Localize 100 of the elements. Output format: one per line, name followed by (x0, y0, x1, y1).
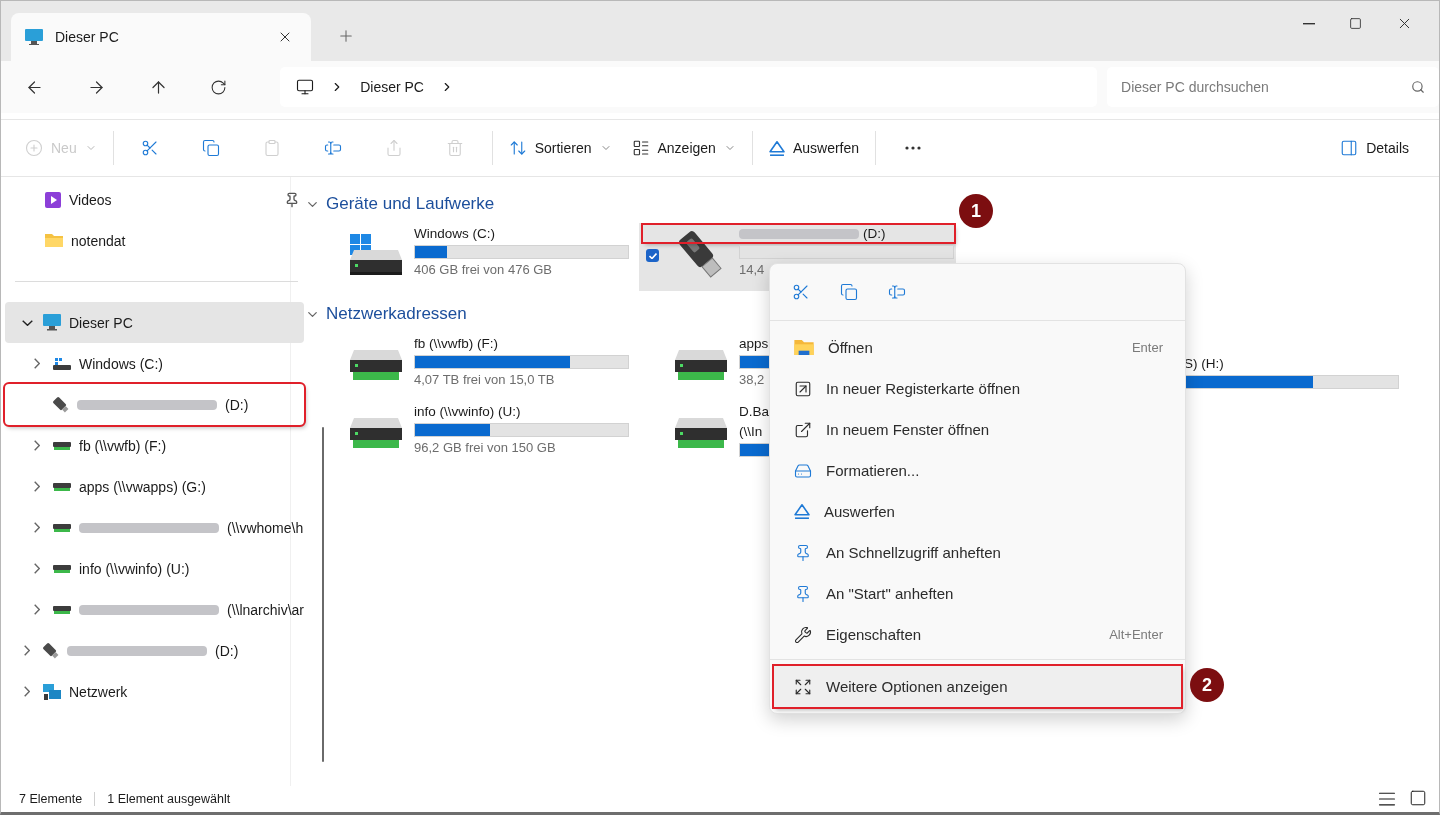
scissors-icon (792, 283, 810, 301)
item-count: 7 Elemente (19, 792, 83, 806)
usb-stick-icon (679, 230, 723, 280)
windows-drive-icon (53, 357, 71, 370)
expand-icon (794, 677, 812, 696)
tree-item[interactable]: Windows (C:) (5, 343, 305, 384)
folder-icon (45, 234, 63, 247)
toolbar-button[interactable]: Sortieren (498, 128, 622, 168)
menu-item[interactable]: In neuer Registerkarte öffnen (774, 368, 1181, 409)
tab-title: Dieser PC (55, 29, 120, 45)
shortcut-text: Alt+Enter (1109, 627, 1163, 642)
chevron-right-icon[interactable] (24, 686, 30, 697)
usb-stick-icon (43, 642, 59, 659)
copy-icon (840, 283, 858, 301)
menu-item[interactable]: Eigenschaften Alt+Enter (774, 614, 1181, 655)
usb-stick-icon (53, 396, 69, 413)
tree-item[interactable]: Netzwerk (5, 671, 305, 712)
network-drive-icon (350, 350, 402, 380)
search-field[interactable]: Dieser PC durchsuchen (1107, 67, 1439, 107)
chevron-right-icon[interactable] (34, 522, 40, 533)
tree-item-label: info (\\vwinfo) (U:) (79, 560, 190, 577)
chevron-right-icon[interactable] (34, 604, 40, 615)
free-space-text: 14,4 (739, 262, 766, 277)
selection-count: 1 Element ausgewählt (107, 792, 231, 806)
shortcut-text: Enter (1131, 340, 1163, 355)
refresh-icon (210, 78, 228, 96)
menu-item[interactable]: An Schnellzugriff anheften (774, 532, 1181, 573)
scrollbar[interactable] (322, 427, 325, 762)
drive-tile[interactable]: info (\\vwinfo) (U:) 96,2 GB frei von 150 GB (314, 401, 631, 469)
details-button[interactable]: Details (1330, 128, 1419, 168)
minimize-icon (1303, 22, 1315, 25)
menu-item[interactable]: In neuem Fenster öffnen (774, 409, 1181, 450)
more-icon (904, 146, 921, 150)
network-icon (43, 683, 61, 700)
quick-access-item[interactable]: notendat (5, 220, 305, 261)
eject-icon (794, 504, 810, 519)
quick-access-label: Videos (69, 191, 112, 208)
drive-name: (\\In (739, 424, 763, 439)
menu-item[interactable]: Auswerfen (774, 491, 1181, 532)
tree-item-label: Windows (C:) (79, 355, 163, 372)
menu-item[interactable]: Öffnen Enter (774, 327, 1181, 368)
chevron-right-icon[interactable] (34, 440, 40, 451)
pin-icon (794, 584, 812, 603)
video-icon (45, 191, 61, 208)
tree-item[interactable]: (\\vwhome\h (5, 507, 305, 548)
network-drive-icon (675, 350, 727, 380)
sort-icon (508, 139, 527, 157)
tree-item-label: (D:) (215, 642, 239, 659)
rename-icon (324, 139, 343, 157)
toolbar-button[interactable]: Anzeigen (621, 128, 746, 168)
tree-item[interactable]: (D:) (5, 384, 305, 425)
tree-item-label: (\\lnarchiv\ar (227, 601, 305, 618)
monitor-icon (296, 78, 315, 96)
drive-tile[interactable]: Windows (C:) 406 GB frei von 476 GB (314, 223, 631, 291)
tree-item-label: (D:) (225, 396, 249, 413)
chevron-down-icon[interactable] (21, 319, 33, 326)
drive-name: info (\\vwinfo) (U:) (414, 404, 521, 419)
tree-item[interactable]: fb (\\vwfb) (F:) (5, 425, 305, 466)
network-drive-icon (675, 418, 727, 448)
tree-item[interactable]: apps (\\vwapps) (G:) (5, 466, 305, 507)
checkbox[interactable] (646, 249, 659, 262)
chevron-right-icon[interactable] (34, 563, 40, 574)
rename-icon (888, 283, 906, 301)
drive-name: Windows (C:) (414, 226, 495, 241)
breadcrumb-item[interactable]: Dieser PC (360, 79, 424, 95)
network-drive-icon (350, 418, 402, 448)
tiles-view-icon[interactable] (1409, 789, 1427, 807)
drive-name: (D:) (863, 226, 886, 241)
chevron-right-icon[interactable] (34, 358, 40, 369)
plus-icon (25, 139, 43, 157)
tree-item-label: (\\vwhome\h (227, 519, 304, 536)
maximize-icon (1349, 17, 1362, 30)
address-bar[interactable]: Dieser PC (280, 67, 1097, 107)
view-list-icon (631, 139, 650, 157)
eject-icon (768, 140, 785, 156)
pin-icon (794, 543, 812, 562)
share-icon (385, 139, 404, 157)
menu-item[interactable]: An "Start" anheften (774, 573, 1181, 614)
menu-item[interactable]: Weitere Optionen anzeigen (774, 666, 1181, 707)
checkmark-icon (648, 252, 657, 259)
free-space-text: 4,07 TB frei von 15,0 TB (414, 372, 556, 387)
tree-item[interactable]: Dieser PC (5, 302, 305, 343)
copy-icon (202, 139, 221, 157)
clipboard-icon (263, 139, 282, 157)
tab[interactable]: Dieser PC (11, 13, 311, 61)
callout-badge: 2 (1190, 668, 1224, 702)
menu-item[interactable]: Formatieren... (774, 450, 1181, 491)
free-space-text: 38,2 (739, 372, 766, 387)
chevron-right-icon[interactable] (34, 481, 40, 492)
network-drive-icon (53, 523, 71, 532)
drive-tile[interactable]: fb (\\vwfb) (F:) 4,07 TB frei von 15,0 TB (314, 333, 631, 401)
tree-item[interactable]: (D:) (5, 630, 305, 671)
free-space-text: 406 GB frei von 476 GB (414, 262, 554, 277)
toolbar-button[interactable]: Auswerfen (758, 128, 870, 168)
drive-icon (794, 461, 812, 480)
tree-item-label: Dieser PC (69, 314, 133, 331)
tree-item[interactable]: info (\\vwinfo) (U:) (5, 548, 305, 589)
folder-icon (794, 340, 814, 355)
tree-item[interactable]: (\\lnarchiv\ar (5, 589, 305, 630)
chevron-right-icon[interactable] (24, 645, 30, 656)
